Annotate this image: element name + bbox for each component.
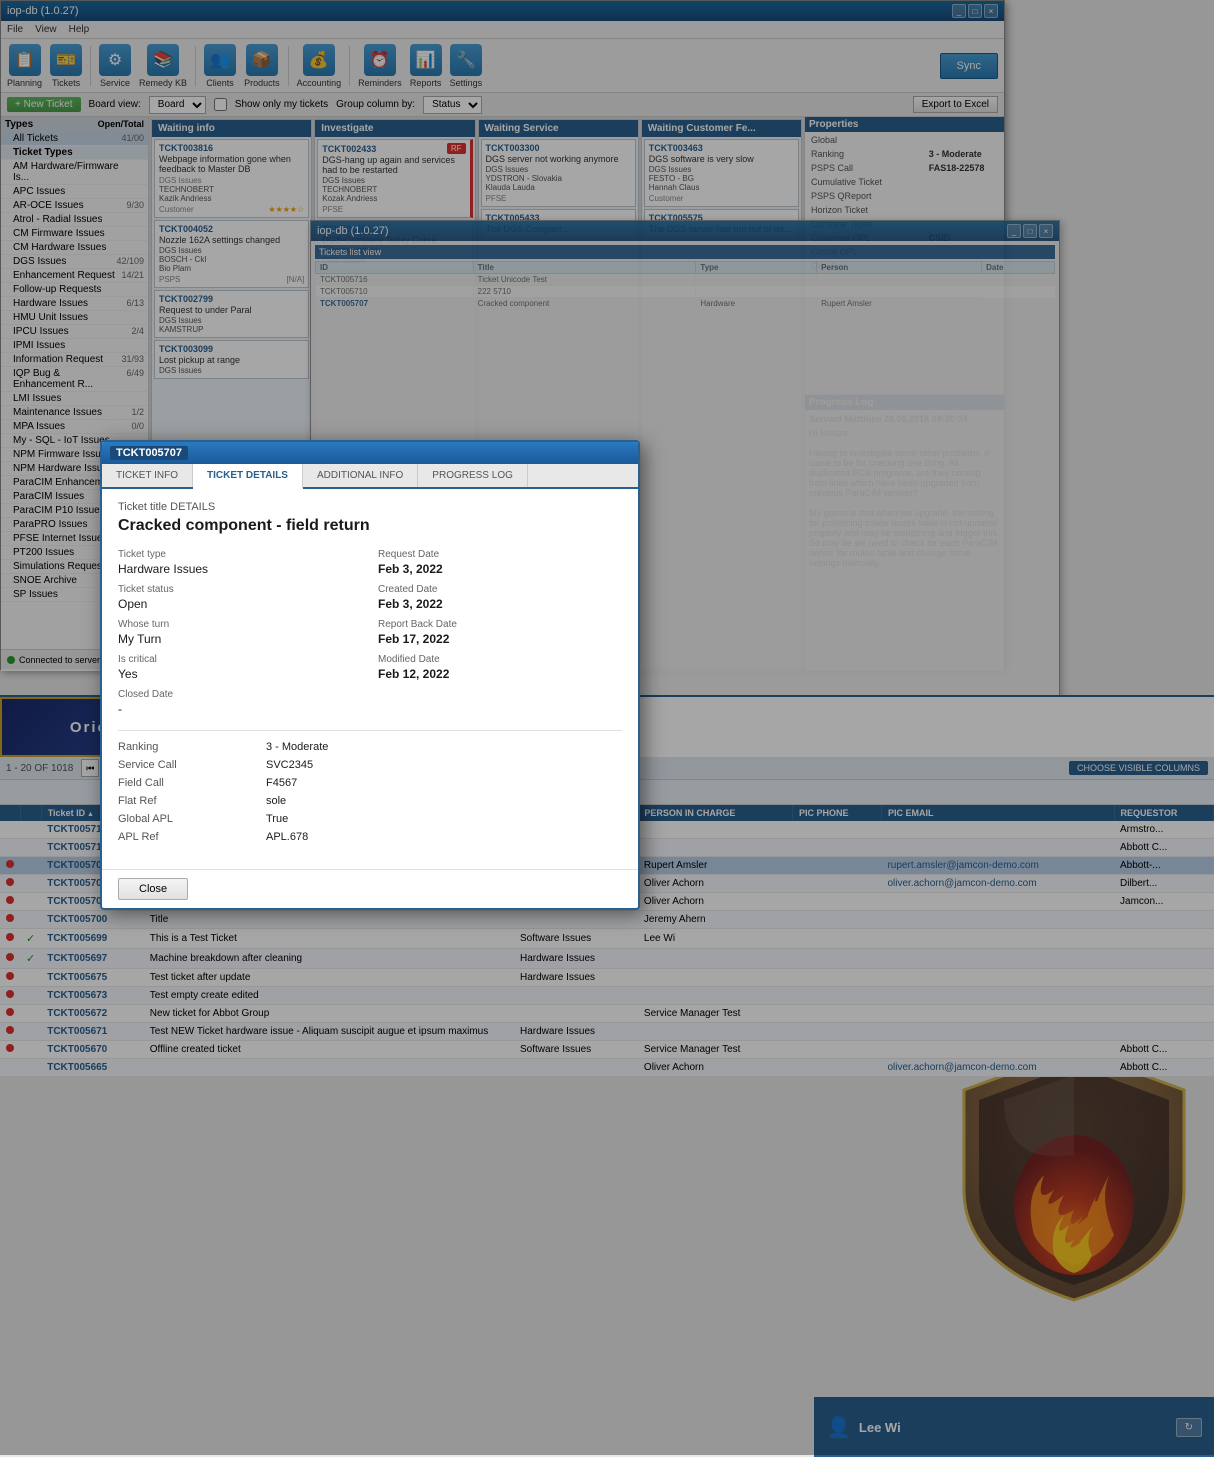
tab-ticket-info[interactable]: TICKET INFO <box>102 464 193 487</box>
modal-content: Ticket title DETAILS Cracked component -… <box>102 489 638 869</box>
modal-header: TCKT005707 <box>102 442 638 464</box>
ranking-label: Ranking <box>118 741 258 753</box>
report-back-date-label: Report Back Date <box>378 619 622 630</box>
apl-ref-label: APL Ref <box>118 831 258 843</box>
modified-date-field: Modified Date Feb 12, 2022 <box>378 654 622 681</box>
service-call-label: Service Call <box>118 759 258 771</box>
tab-ticket-details[interactable]: TICKET DETAILS <box>193 464 303 489</box>
properties-grid: Ranking 3 - Moderate Service Call SVC234… <box>118 741 622 843</box>
field-call-label: Field Call <box>118 777 258 789</box>
request-date-value: Feb 3, 2022 <box>378 562 622 576</box>
global-apl-value: True <box>266 813 622 825</box>
tab-progress-log[interactable]: PROGRESS LOG <box>418 464 528 487</box>
whose-turn-field: Whose turn My Turn <box>118 619 362 646</box>
modified-date-value: Feb 12, 2022 <box>378 667 622 681</box>
ticket-type-label: Ticket type <box>118 549 362 560</box>
global-apl-label: Global APL <box>118 813 258 825</box>
created-date-field: Created Date Feb 3, 2022 <box>378 584 622 611</box>
closed-date-value: - <box>118 702 362 716</box>
whose-turn-value: My Turn <box>118 632 362 646</box>
report-back-date-field: Report Back Date Feb 17, 2022 <box>378 619 622 646</box>
ticket-type-value: Hardware Issues <box>118 562 362 576</box>
service-call-value: SVC2345 <box>266 759 622 771</box>
field-call-value: F4567 <box>266 777 622 789</box>
divider <box>118 730 622 731</box>
report-back-date-value: Feb 17, 2022 <box>378 632 622 646</box>
ticket-status-field: Ticket status Open <box>118 584 362 611</box>
created-date-label: Created Date <box>378 584 622 595</box>
created-date-value: Feb 3, 2022 <box>378 597 622 611</box>
close-button[interactable]: Close <box>118 878 188 900</box>
is-critical-value: Yes <box>118 667 362 681</box>
closed-date-field: Closed Date - <box>118 689 362 716</box>
request-date-label: Request Date <box>378 549 622 560</box>
section-title: Ticket title DETAILS <box>118 501 622 513</box>
is-critical-field: Is critical Yes <box>118 654 362 681</box>
modal-footer: Close <box>102 869 638 908</box>
ticket-title: Cracked component - field return <box>118 517 622 535</box>
modified-date-label: Modified Date <box>378 654 622 665</box>
ticket-status-label: Ticket status <box>118 584 362 595</box>
ticket-modal: TCKT005707 TICKET INFO TICKET DETAILS AD… <box>100 440 640 910</box>
tab-additional-info[interactable]: ADDITIONAL INFO <box>303 464 418 487</box>
main-fields-grid: Ticket type Hardware Issues Request Date… <box>118 549 622 716</box>
flat-ref-label: Flat Ref <box>118 795 258 807</box>
request-date-field: Request Date Feb 3, 2022 <box>378 549 622 576</box>
is-critical-label: Is critical <box>118 654 362 665</box>
ticket-type-field: Ticket type Hardware Issues <box>118 549 362 576</box>
ranking-value: 3 - Moderate <box>266 741 622 753</box>
flat-ref-value: sole <box>266 795 622 807</box>
ticket-status-value: Open <box>118 597 362 611</box>
modal-tabs: TICKET INFO TICKET DETAILS ADDITIONAL IN… <box>102 464 638 489</box>
modal-ticket-id: TCKT005707 <box>110 446 188 460</box>
closed-date-label: Closed Date <box>118 689 362 700</box>
apl-ref-value: APL.678 <box>266 831 622 843</box>
whose-turn-label: Whose turn <box>118 619 362 630</box>
